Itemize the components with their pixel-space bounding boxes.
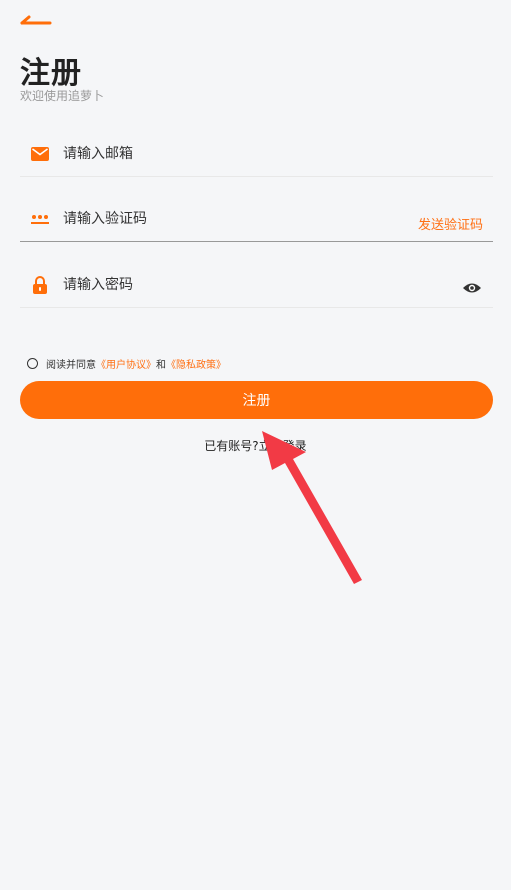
agreement-and: 和 — [156, 360, 166, 371]
code-input[interactable] — [61, 203, 418, 235]
email-field[interactable] — [20, 132, 493, 177]
agreement-row: 阅读并同意 《用户协议》 和 《隐私政策》 — [27, 356, 226, 371]
have-account-text: 已有账号? — [204, 439, 259, 453]
send-code-button[interactable]: 发送验证码 — [418, 214, 483, 233]
password-field[interactable] — [20, 263, 493, 308]
page-title: 注册 — [20, 56, 82, 91]
email-input[interactable] — [61, 138, 493, 170]
eye-icon[interactable] — [461, 277, 483, 299]
user-agreement-link[interactable]: 《用户协议》 — [96, 356, 156, 371]
login-line: 已有账号?立即登录 — [0, 437, 511, 454]
password-input[interactable] — [61, 269, 461, 301]
agree-radio[interactable] — [27, 358, 38, 369]
back-arrow-icon[interactable] — [16, 10, 56, 34]
dots-icon — [30, 209, 50, 229]
privacy-policy-link[interactable]: 《隐私政策》 — [166, 356, 226, 371]
login-link[interactable]: 立即登录 — [259, 439, 307, 453]
lock-icon — [30, 275, 50, 295]
agreement-prefix: 阅读并同意 — [46, 360, 96, 371]
code-field[interactable]: 发送验证码 — [20, 197, 493, 242]
register-button[interactable]: 注册 — [20, 381, 493, 419]
mail-icon — [30, 144, 50, 164]
page-subtitle: 欢迎使用追萝卜 — [20, 89, 105, 103]
